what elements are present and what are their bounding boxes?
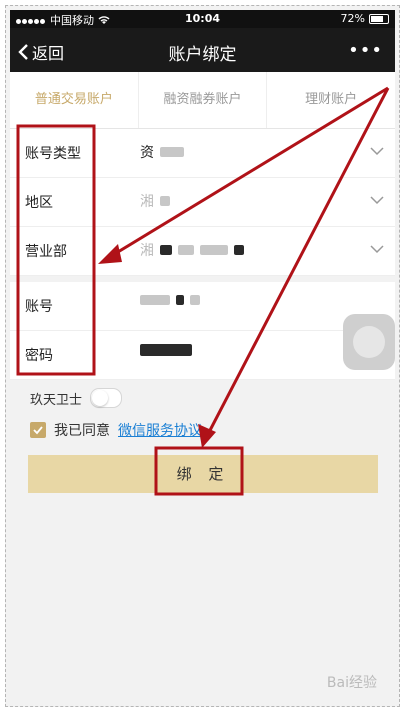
redacted-text	[160, 196, 170, 206]
clock: 10:04	[184, 12, 220, 25]
agreement-row: 我已同意 微信服务协议	[30, 420, 202, 440]
security-row: 玖天卫士	[30, 388, 123, 408]
redacted-text	[190, 295, 200, 305]
tab-wealth-account[interactable]: 理财账户	[267, 72, 395, 128]
password-value	[140, 344, 192, 356]
account-type-value: 资	[140, 142, 184, 162]
tab-normal-account[interactable]: 普通交易账户	[10, 72, 139, 128]
redacted-text	[140, 295, 170, 305]
check-icon	[33, 426, 43, 435]
password-label: 密码	[25, 348, 53, 364]
branch-label: 营业部	[25, 244, 67, 260]
more-menu-button[interactable]: •••	[348, 40, 383, 61]
branch-row[interactable]: 营业部 湘	[10, 227, 395, 276]
redacted-text	[160, 245, 172, 255]
account-type-text: 资	[140, 145, 154, 161]
region-value: 湘	[140, 191, 170, 211]
assistive-touch-inner	[353, 326, 385, 358]
screenshot-frame: 中国移动 10:04 72% 返回 账户绑定 ••• 普通交易账户 融资融券账户…	[5, 5, 400, 707]
toggle-knob	[92, 390, 109, 406]
phone-screen: 中国移动 10:04 72% 返回 账户绑定 ••• 普通交易账户 融资融券账户…	[10, 10, 395, 702]
tab-margin-account[interactable]: 融资融券账户	[139, 72, 268, 128]
agree-checkbox[interactable]	[30, 422, 46, 438]
redacted-text	[178, 245, 194, 255]
branch-value: 湘	[140, 240, 244, 260]
redacted-text	[160, 147, 184, 157]
security-toggle[interactable]	[90, 388, 123, 408]
region-row[interactable]: 地区 湘	[10, 178, 395, 227]
chevron-down-icon	[370, 147, 384, 156]
region-label: 地区	[25, 195, 53, 211]
password-row[interactable]: 密码	[10, 331, 395, 380]
redacted-text	[200, 245, 228, 255]
battery-percent: 72%	[340, 12, 365, 25]
redacted-text	[234, 245, 244, 255]
assistive-touch-button[interactable]	[343, 314, 395, 370]
status-right: 72%	[341, 12, 389, 25]
account-row[interactable]: 账号	[10, 282, 395, 331]
account-type-row[interactable]: 账号类型 资	[10, 129, 395, 178]
account-tabs: 普通交易账户 融资融券账户 理财账户	[10, 72, 395, 129]
page-title: 账户绑定	[168, 45, 237, 65]
security-label: 玖天卫士	[30, 392, 83, 408]
binding-form: 账号类型 资 地区 湘 营业部 湘 账号 密码	[10, 129, 395, 380]
bind-button[interactable]: 绑 定	[28, 455, 378, 493]
watermark-logo: Bai经验	[326, 675, 377, 691]
chevron-down-icon	[370, 196, 384, 205]
chevron-down-icon	[370, 245, 384, 254]
account-label: 账号	[25, 299, 53, 315]
password-mask	[140, 344, 192, 356]
account-value	[140, 295, 200, 305]
region-text: 湘	[140, 194, 154, 210]
agreement-prefix: 我已同意	[54, 423, 110, 439]
account-type-label: 账号类型	[25, 146, 81, 162]
redacted-text	[176, 295, 184, 305]
status-bar: 中国移动 10:04 72%	[10, 10, 395, 28]
nav-bar: 返回 账户绑定 •••	[10, 28, 395, 72]
service-agreement-link[interactable]: 微信服务协议	[118, 420, 202, 440]
branch-text: 湘	[140, 243, 154, 259]
battery-icon	[369, 13, 389, 24]
